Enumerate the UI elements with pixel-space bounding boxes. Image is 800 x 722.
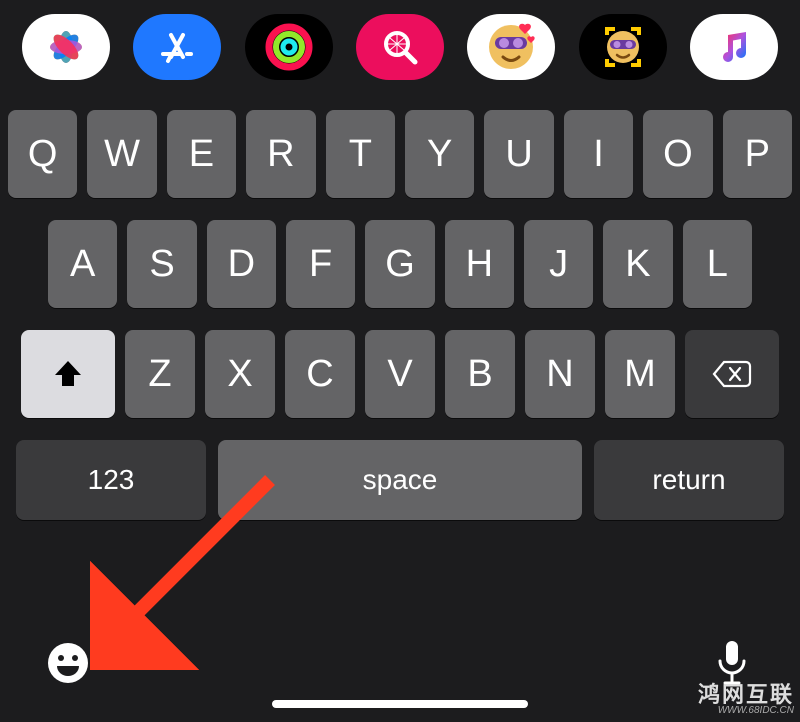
key-j[interactable]: J	[524, 220, 593, 308]
key-y[interactable]: Y	[405, 110, 474, 198]
key-o[interactable]: O	[643, 110, 712, 198]
key-u[interactable]: U	[484, 110, 553, 198]
return-key[interactable]: return	[594, 440, 784, 520]
key-z[interactable]: Z	[125, 330, 195, 418]
memoji-icon[interactable]	[579, 14, 667, 80]
key-c[interactable]: C	[285, 330, 355, 418]
keyboard-row-1: Q W E R T Y U I O P	[8, 110, 792, 198]
space-key[interactable]: space	[218, 440, 582, 520]
bottom-bar	[0, 612, 800, 722]
emoji-keyboard-button[interactable]	[42, 637, 94, 689]
key-q[interactable]: Q	[8, 110, 77, 198]
microphone-icon	[714, 639, 750, 687]
watermark-title: 鸿网互联	[698, 684, 794, 706]
keyboard-row-3: Z X C V B N M	[8, 330, 792, 418]
key-p[interactable]: P	[723, 110, 792, 198]
app-strip	[0, 0, 800, 92]
keyboard-row-2: A S D F G H J K L	[8, 220, 792, 308]
key-t[interactable]: T	[326, 110, 395, 198]
watermark-url: WWW.68IDC.CN	[698, 706, 794, 716]
key-h[interactable]: H	[445, 220, 514, 308]
photos-app-icon[interactable]	[22, 14, 110, 80]
key-v[interactable]: V	[365, 330, 435, 418]
shift-key[interactable]	[21, 330, 115, 418]
key-s[interactable]: S	[127, 220, 196, 308]
key-e[interactable]: E	[167, 110, 236, 198]
key-x[interactable]: X	[205, 330, 275, 418]
shift-arrow-icon	[51, 357, 85, 391]
music-app-icon[interactable]	[690, 14, 778, 80]
backspace-key[interactable]	[685, 330, 779, 418]
app-store-icon[interactable]	[133, 14, 221, 80]
home-indicator[interactable]	[272, 700, 528, 708]
numbers-key[interactable]: 123	[16, 440, 206, 520]
key-d[interactable]: D	[207, 220, 276, 308]
keyboard: Q W E R T Y U I O P A S D F G H J K L Z …	[0, 92, 800, 520]
search-app-icon[interactable]	[356, 14, 444, 80]
key-g[interactable]: G	[365, 220, 434, 308]
activity-app-icon[interactable]	[245, 14, 333, 80]
key-m[interactable]: M	[605, 330, 675, 418]
key-b[interactable]: B	[445, 330, 515, 418]
memoji-hearts-icon[interactable]	[467, 14, 555, 80]
key-k[interactable]: K	[603, 220, 672, 308]
key-n[interactable]: N	[525, 330, 595, 418]
keyboard-row-fn: 123 space return	[8, 440, 792, 520]
emoji-smiley-icon	[46, 641, 90, 685]
backspace-icon	[712, 359, 752, 389]
key-w[interactable]: W	[87, 110, 156, 198]
key-i[interactable]: I	[564, 110, 633, 198]
key-a[interactable]: A	[48, 220, 117, 308]
key-r[interactable]: R	[246, 110, 315, 198]
watermark: 鸿网互联 WWW.68IDC.CN	[698, 684, 794, 716]
key-l[interactable]: L	[683, 220, 752, 308]
key-f[interactable]: F	[286, 220, 355, 308]
